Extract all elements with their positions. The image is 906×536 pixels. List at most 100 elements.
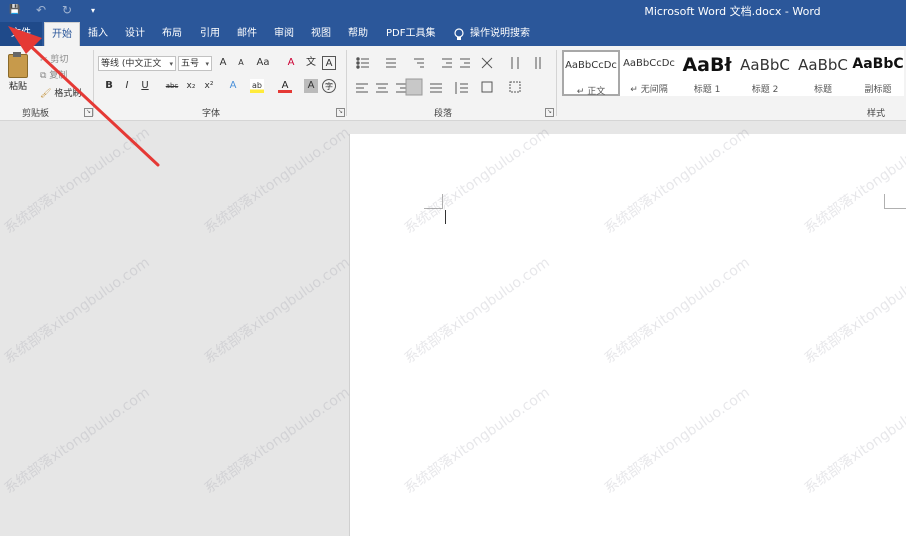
tab-mailings[interactable]: 邮件 [237,22,257,46]
align-center-icon [376,83,388,93]
style-name: ↵ 正文 [576,87,606,97]
asian-layout-icon [481,57,493,69]
highlight-button[interactable]: ab [250,79,264,93]
group-separator [93,50,94,116]
title-bar: 💾 ↶ ↻ ▾ Microsoft Word 文档.docx - Word [0,0,906,22]
group-separator [556,50,557,116]
font-size-value: 五号 [181,59,200,69]
tell-me-label: 操作说明搜索 [470,28,530,39]
line-spacing-icon [455,82,468,94]
strikethrough-button[interactable]: abc [164,79,180,93]
font-color-button[interactable]: A [278,79,292,93]
style-subtitle[interactable]: AaBbC 副标题 [852,50,904,96]
margin-corner-mark [884,194,906,209]
margin-corner-mark [424,194,443,209]
style-heading-2[interactable]: AaBbC 标题 2 [736,50,794,96]
borders-icon [509,81,521,93]
styles-group-label: 样式 [867,109,886,119]
style-title[interactable]: AaBbC 标题 [794,50,852,96]
tab-help[interactable]: 帮助 [348,22,368,46]
font-name-value: 等线 (中文正文 [101,59,162,69]
ribbon-tabs: 文件 开始 插入 设计 布局 引用 邮件 审阅 视图 帮助 PDF工具集 操作说… [0,22,906,47]
superscript-button[interactable]: x² [202,79,216,93]
font-size-combo[interactable]: 五号 ▾ [178,56,212,71]
paste-button[interactable]: 粘贴 [9,79,27,92]
char-shading-button[interactable]: A [304,79,318,93]
paragraph-launcher-icon[interactable]: ↘ [545,108,554,117]
quick-access-toolbar: 💾 ↶ ↻ ▾ [8,3,100,17]
style-heading-1[interactable]: AaBł 标题 1 [678,50,736,96]
tab-view[interactable]: 视图 [311,22,331,46]
format-painter-button[interactable]: 🖌 格式刷 [40,86,81,99]
text-cursor [445,210,446,224]
text-effects-button[interactable]: A [226,79,240,93]
increase-indent-icon [460,58,470,68]
tab-pdf-tools[interactable]: PDF工具集 [386,22,435,46]
tab-file[interactable]: 文件 [0,22,42,46]
numbering-icon [386,58,396,68]
tab-design[interactable]: 设计 [125,22,145,46]
cut-button[interactable]: ✂ 剪切 [40,52,68,65]
style-sample: AaBbC [740,56,790,74]
paragraph-tools [356,57,541,96]
italic-button[interactable]: I [120,79,134,93]
subscript-button[interactable]: x₂ [184,79,198,93]
bullets-icon [356,57,369,69]
paste-icon[interactable] [8,52,28,78]
distributed-icon [430,83,442,93]
char-border-button[interactable]: A [322,56,336,70]
bold-button[interactable]: B [102,79,116,93]
decrease-indent-icon [442,58,452,68]
font-launcher-icon[interactable]: ↘ [336,108,345,117]
tab-insert[interactable]: 插入 [88,22,108,46]
redo-icon[interactable]: ↻ [60,3,74,17]
copy-label: 复制 [49,71,68,81]
style-name: 标题 2 [751,85,779,95]
justify-icon [405,78,423,96]
sort-icon [511,57,519,69]
undo-icon[interactable]: ↶ [34,3,48,17]
tab-home[interactable]: 开始 [44,22,80,47]
style-sample: AaBł [682,54,732,76]
change-case-button[interactable]: Aa [254,56,272,70]
shrink-font-button[interactable]: A [234,56,248,70]
tab-references[interactable]: 引用 [200,22,220,46]
chevron-down-icon: ▾ [205,60,209,68]
style-sample: AaBbC [852,56,904,72]
font-name-combo[interactable]: 等线 (中文正文 ▾ [98,56,176,71]
shading-icon [481,81,493,93]
copy-button[interactable]: ⧉ 复制 [40,68,67,81]
cut-label: 剪切 [50,55,69,65]
tell-me-search[interactable]: 操作说明搜索 [454,22,530,46]
show-marks-icon [535,57,541,69]
format-painter-label: 格式刷 [54,89,82,99]
lightbulb-icon [454,27,464,40]
style-name: 标题 1 [693,85,721,95]
clipboard-group-label: 剪贴板 [22,109,50,119]
clear-format-button[interactable]: A [284,56,298,70]
font-group-label: 字体 [202,109,221,119]
align-left-icon [356,83,368,93]
enclose-chars-button[interactable]: 字 [322,79,336,93]
style-sample: AaBbC [798,56,848,74]
style-no-spacing[interactable]: AaBbCcDc ↵ 无间隔 [620,50,678,96]
group-separator [346,50,347,116]
clipboard-launcher-icon[interactable]: ↘ [84,108,93,117]
paragraph-group-label: 段落 [434,109,453,119]
grow-font-button[interactable]: A [216,56,230,70]
customize-qat-icon[interactable]: ▾ [86,3,100,17]
chevron-down-icon: ▾ [169,60,173,68]
style-sample: AaBbCcDc [623,58,675,69]
style-name: ↵ 无间隔 [630,85,668,95]
style-name: 标题 [813,85,832,95]
style-normal[interactable]: AaBbCcDc ↵ 正文 [562,50,620,97]
phonetic-guide-button[interactable]: 文 [304,56,318,70]
multilevel-icon [414,58,424,68]
underline-button[interactable]: U [138,79,152,93]
brush-icon: 🖌 [40,89,52,99]
style-sample: AaBbCcDc [565,60,617,71]
save-icon[interactable]: 💾 [8,3,22,17]
tab-layout[interactable]: 布局 [162,22,182,46]
tab-review[interactable]: 审阅 [274,22,294,46]
style-name: 副标题 [864,85,892,95]
